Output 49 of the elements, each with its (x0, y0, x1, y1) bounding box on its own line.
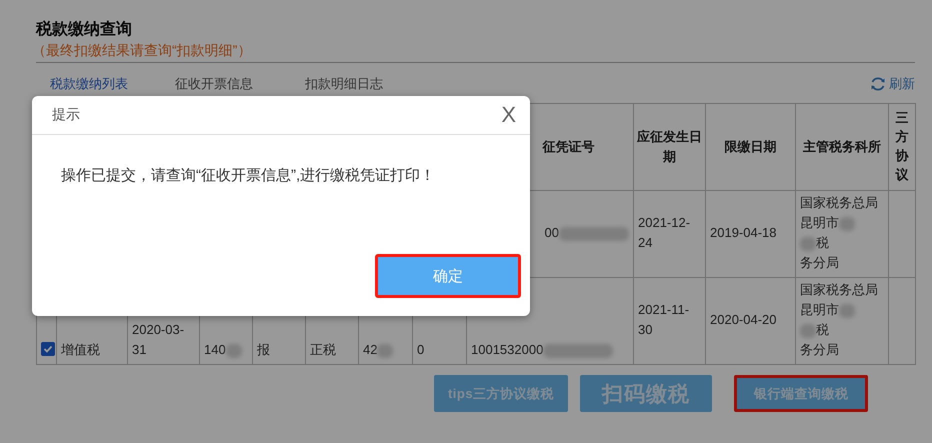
tab[interactable]: 扣款明细日志 (305, 76, 383, 92)
table-cell-text: 00 (544, 225, 559, 240)
blurred-redaction (839, 304, 855, 318)
action-button[interactable]: 扫码缴税 (580, 375, 712, 412)
blurred-redaction (800, 324, 816, 338)
table-cell-text: 2021-12-24 (638, 215, 690, 250)
table-cell-text: 正税 (310, 342, 336, 357)
table-cell-text: 国家税务总局 (800, 195, 878, 210)
table-cell-text: 税 (816, 322, 829, 337)
row-checkbox[interactable] (41, 342, 55, 356)
table-cell-text: 2020-04-20 (710, 312, 776, 327)
page-title: 税款缴纳查询 (36, 20, 133, 40)
column-header: 主管税务科所 (803, 139, 881, 154)
blurred-redaction (226, 344, 242, 358)
column-header: 三方协议 (896, 109, 908, 184)
close-button[interactable]: X (499, 103, 518, 127)
table-cell-text: 42 (363, 342, 378, 357)
table-cell-text: 2019-04-18 (710, 225, 776, 240)
blurred-redaction (800, 236, 816, 251)
table-cell-text: 140 (204, 342, 226, 357)
confirm-button[interactable]: 确定 (375, 254, 521, 298)
blurred-redaction (543, 344, 614, 358)
blurred-redaction (377, 344, 394, 358)
dialog-message: 操作已提交，请查询“征收开票信息”,进行缴税凭证打印！ (60, 166, 436, 185)
action-button[interactable]: tips三方协议缴税 (434, 375, 568, 412)
blurred-redaction (559, 226, 629, 241)
column-header: 应征发生日期 (637, 129, 702, 164)
tab[interactable]: 征收开票信息 (175, 76, 253, 92)
table-cell-text: 昆明市 (800, 302, 839, 317)
table-cell-text: 2021-11-30 (638, 302, 690, 337)
column-header: 限缴日期 (724, 139, 776, 154)
page-note: （最终扣缴结果请查询“扣款明细”） (32, 41, 252, 60)
table-cell-text: 2020-03-31 (132, 322, 184, 357)
column-header: 征凭证号 (542, 139, 594, 154)
blurred-redaction (839, 216, 855, 231)
table-cell-text: 国家税务总局 (800, 282, 878, 297)
table-cell-text: 报 (257, 342, 270, 357)
table-cell-text: 0 (417, 342, 424, 357)
refresh-icon (870, 76, 886, 92)
table-cell-text: 1001532000 (471, 342, 544, 357)
table-cell-text: 务分局 (800, 342, 839, 357)
table-cell-text: 税 (816, 235, 829, 250)
refresh-button[interactable]: 刷新 (870, 75, 915, 93)
tab[interactable]: 税款缴纳列表 (50, 76, 128, 92)
table-cell-text: 务分局 (800, 255, 839, 270)
table-cell-text: 昆明市 (800, 215, 839, 230)
dialog-title: 提示 (52, 106, 80, 124)
table-cell-text: 增值税 (61, 342, 100, 357)
action-button[interactable]: 银行端查询缴税 (734, 375, 868, 412)
